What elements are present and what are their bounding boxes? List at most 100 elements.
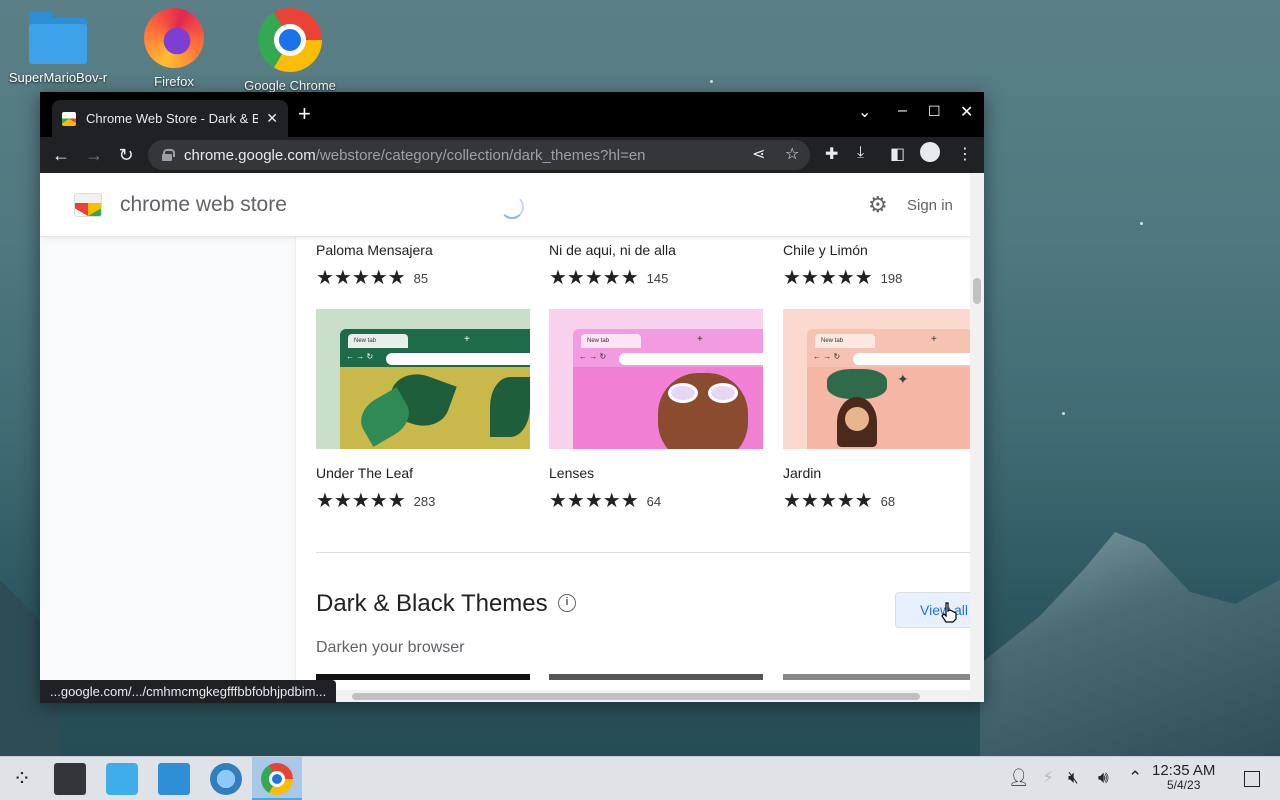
web-store-favicon-icon bbox=[62, 111, 76, 126]
network-icon[interactable]: ⚡︎ bbox=[1042, 768, 1054, 788]
theme-card-under-the-leaf[interactable]: Under The Leaf ★★★★★ 283 bbox=[316, 465, 530, 512]
muted-speaker-icon[interactable]: 🔇︎ bbox=[1068, 768, 1079, 788]
store-header: chrome web store ⚙ Sign in bbox=[40, 173, 970, 237]
browser-toolbar: ← → ↻ chrome.google.com /webstore/catego… bbox=[40, 137, 984, 173]
desktop-icon-chrome[interactable]: Google Chrome bbox=[240, 8, 340, 94]
star-rating-icon: ★★★★★ bbox=[549, 490, 639, 512]
theme-rating: ★★★★★ 198 bbox=[783, 267, 970, 289]
desktop-icon-folder[interactable]: SuperMarioBov-r bbox=[8, 8, 108, 86]
minimize-button[interactable]: – bbox=[898, 102, 907, 120]
file-manager-icon[interactable] bbox=[158, 763, 190, 795]
thumb-nav-icons: ← → ↻ bbox=[346, 352, 374, 361]
side-panel-icon[interactable]: ◧ bbox=[890, 144, 905, 164]
star-rating-icon: ★★★★★ bbox=[783, 267, 873, 289]
theme-rating: ★★★★★ 283 bbox=[316, 490, 530, 512]
thumb-tab-label: New tab bbox=[581, 334, 641, 348]
web-browser-globe-icon[interactable] bbox=[210, 763, 242, 795]
thumb-plus-icon: + bbox=[931, 334, 937, 345]
back-button[interactable]: ← bbox=[50, 144, 72, 166]
share-icon[interactable]: ⋖ bbox=[752, 144, 765, 164]
theme-card-ni-de-aqui[interactable]: Ni de aqui, ni de alla ★★★★★ 145 bbox=[549, 242, 763, 289]
view-all-button[interactable]: View all bbox=[895, 592, 970, 628]
lock-icon bbox=[162, 149, 175, 161]
thumb-nav-icons: ← → ↻ bbox=[579, 352, 607, 361]
desktop-icon-firefox[interactable]: Firefox bbox=[124, 8, 224, 90]
settings-gear-icon[interactable]: ⚙ bbox=[868, 194, 888, 216]
tray-expand-chevron-icon[interactable]: ⌃ bbox=[1128, 768, 1142, 788]
lenses-illustration bbox=[573, 367, 763, 449]
app-launcher-icon[interactable]: ⁘ bbox=[6, 763, 38, 795]
tab-strip: Chrome Web Store - Dark & B ✕ + ⌄ – ☐ ✕ bbox=[40, 92, 984, 137]
discover-store-icon[interactable] bbox=[106, 763, 138, 795]
theme-thumbnail-lenses[interactable]: New tab + ← → ↻ bbox=[549, 309, 763, 449]
menu-kebab-icon[interactable]: ⋮ bbox=[957, 144, 973, 164]
theme-thumbnail-dark-3[interactable] bbox=[783, 674, 970, 680]
download-icon[interactable]: ⤓ bbox=[857, 144, 864, 162]
thumb-url-bar bbox=[619, 353, 763, 365]
theme-name: Under The Leaf bbox=[316, 465, 414, 481]
theme-thumbnail-dark-2[interactable] bbox=[549, 674, 763, 680]
tab-search-chevron-icon[interactable]: ⌄ bbox=[858, 102, 871, 122]
address-bar[interactable]: chrome.google.com /webstore/category/col… bbox=[148, 140, 810, 170]
leaf-pattern bbox=[340, 366, 530, 449]
extensions-puzzle-icon[interactable]: ✚ bbox=[825, 144, 838, 164]
store-sidebar bbox=[40, 237, 296, 702]
theme-rating: ★★★★★ 85 bbox=[316, 268, 530, 288]
url-host: chrome.google.com bbox=[184, 146, 316, 164]
link-status-bar: ...google.com/.../cmhmcmgkegfffbbfobhjpd… bbox=[40, 680, 337, 703]
rating-count: 64 bbox=[646, 493, 662, 509]
sign-in-link[interactable]: Sign in bbox=[907, 197, 953, 214]
theme-listing: Paloma Mensajera ★★★★★ 85 Ni de aqui, ni… bbox=[296, 237, 970, 702]
close-window-button[interactable]: ✕ bbox=[960, 102, 973, 122]
theme-card-lenses[interactable]: Lenses ★★★★★ 64 bbox=[549, 465, 763, 512]
tab-chrome-web-store[interactable]: Chrome Web Store - Dark & B ✕ bbox=[52, 100, 288, 137]
bookmark-star-icon[interactable]: ☆ bbox=[785, 144, 799, 164]
rating-count: 85 bbox=[413, 270, 429, 286]
profile-avatar-icon[interactable] bbox=[920, 142, 940, 162]
theme-card-paloma-mensajera[interactable]: Paloma Mensajera ★★★★★ 85 bbox=[316, 242, 530, 288]
star-rating-icon: ★★★★★ bbox=[783, 490, 873, 512]
theme-card-chile-y-limon[interactable]: Chile y Limón ★★★★★ 198 bbox=[783, 242, 970, 289]
theme-card-jardin[interactable]: Jardin ★★★★★ 68 bbox=[783, 465, 970, 512]
web-page: chrome web store ⚙ Sign in Paloma Mensaj… bbox=[40, 173, 970, 702]
wallpaper-star bbox=[1140, 222, 1143, 225]
firefox-icon bbox=[144, 8, 204, 68]
system-settings-icon[interactable] bbox=[54, 763, 86, 795]
web-store-logo-icon[interactable] bbox=[74, 193, 102, 217]
theme-name: Ni de aqui, ni de alla bbox=[549, 242, 676, 258]
forward-button[interactable]: → bbox=[83, 144, 105, 166]
taskbar: ⁘ 👤︎ ⚡︎ 🔇︎ 🔊︎ ⌃ 12:35 AM 5/4/23 bbox=[0, 756, 1280, 800]
show-desktop-icon[interactable] bbox=[1244, 771, 1260, 787]
info-icon[interactable]: i bbox=[558, 594, 576, 612]
rating-count: 145 bbox=[646, 270, 669, 286]
theme-thumbnail-dark-1[interactable] bbox=[316, 674, 530, 680]
chrome-icon bbox=[261, 763, 293, 795]
section-divider bbox=[316, 552, 970, 553]
thumb-plus-icon: + bbox=[697, 334, 703, 345]
thumb-url-bar bbox=[853, 353, 970, 365]
clock[interactable]: 12:35 AM 5/4/23 bbox=[1152, 763, 1215, 792]
tab-title: Chrome Web Store - Dark & B bbox=[86, 111, 259, 126]
browser-window: Chrome Web Store - Dark & B ✕ + ⌄ – ☐ ✕ … bbox=[40, 92, 984, 702]
wallpaper-star bbox=[1062, 412, 1065, 415]
theme-rating: ★★★★★ 64 bbox=[549, 490, 763, 512]
jardin-illustration: ✦ bbox=[807, 367, 970, 449]
taskbar-chrome-active[interactable] bbox=[252, 757, 302, 800]
reload-button[interactable]: ↻ bbox=[115, 144, 137, 166]
vertical-scrollbar[interactable] bbox=[970, 173, 984, 702]
user-icon[interactable]: 👤︎ bbox=[1008, 768, 1030, 788]
volume-icon[interactable]: 🔊︎ bbox=[1098, 768, 1109, 788]
folder-icon bbox=[29, 12, 87, 64]
rating-count: 68 bbox=[880, 493, 896, 509]
star-rating-icon: ★★★★★ bbox=[316, 490, 406, 512]
store-title[interactable]: chrome web store bbox=[120, 193, 287, 217]
tab-close-icon[interactable]: ✕ bbox=[266, 110, 278, 127]
thumb-tab-label: New tab bbox=[815, 334, 875, 348]
theme-thumbnail-under-the-leaf[interactable]: New tab + ← → ↻ bbox=[316, 309, 530, 449]
maximize-button[interactable]: ☐ bbox=[928, 103, 941, 120]
theme-thumbnail-jardin[interactable]: New tab + ← → ↻ ✦ bbox=[783, 309, 970, 449]
thumb-nav-icons: ← → ↻ bbox=[813, 352, 841, 361]
theme-name: Lenses bbox=[549, 465, 595, 481]
new-tab-button[interactable]: + bbox=[298, 102, 311, 126]
star-rating-icon: ★★★★★ bbox=[549, 267, 639, 289]
